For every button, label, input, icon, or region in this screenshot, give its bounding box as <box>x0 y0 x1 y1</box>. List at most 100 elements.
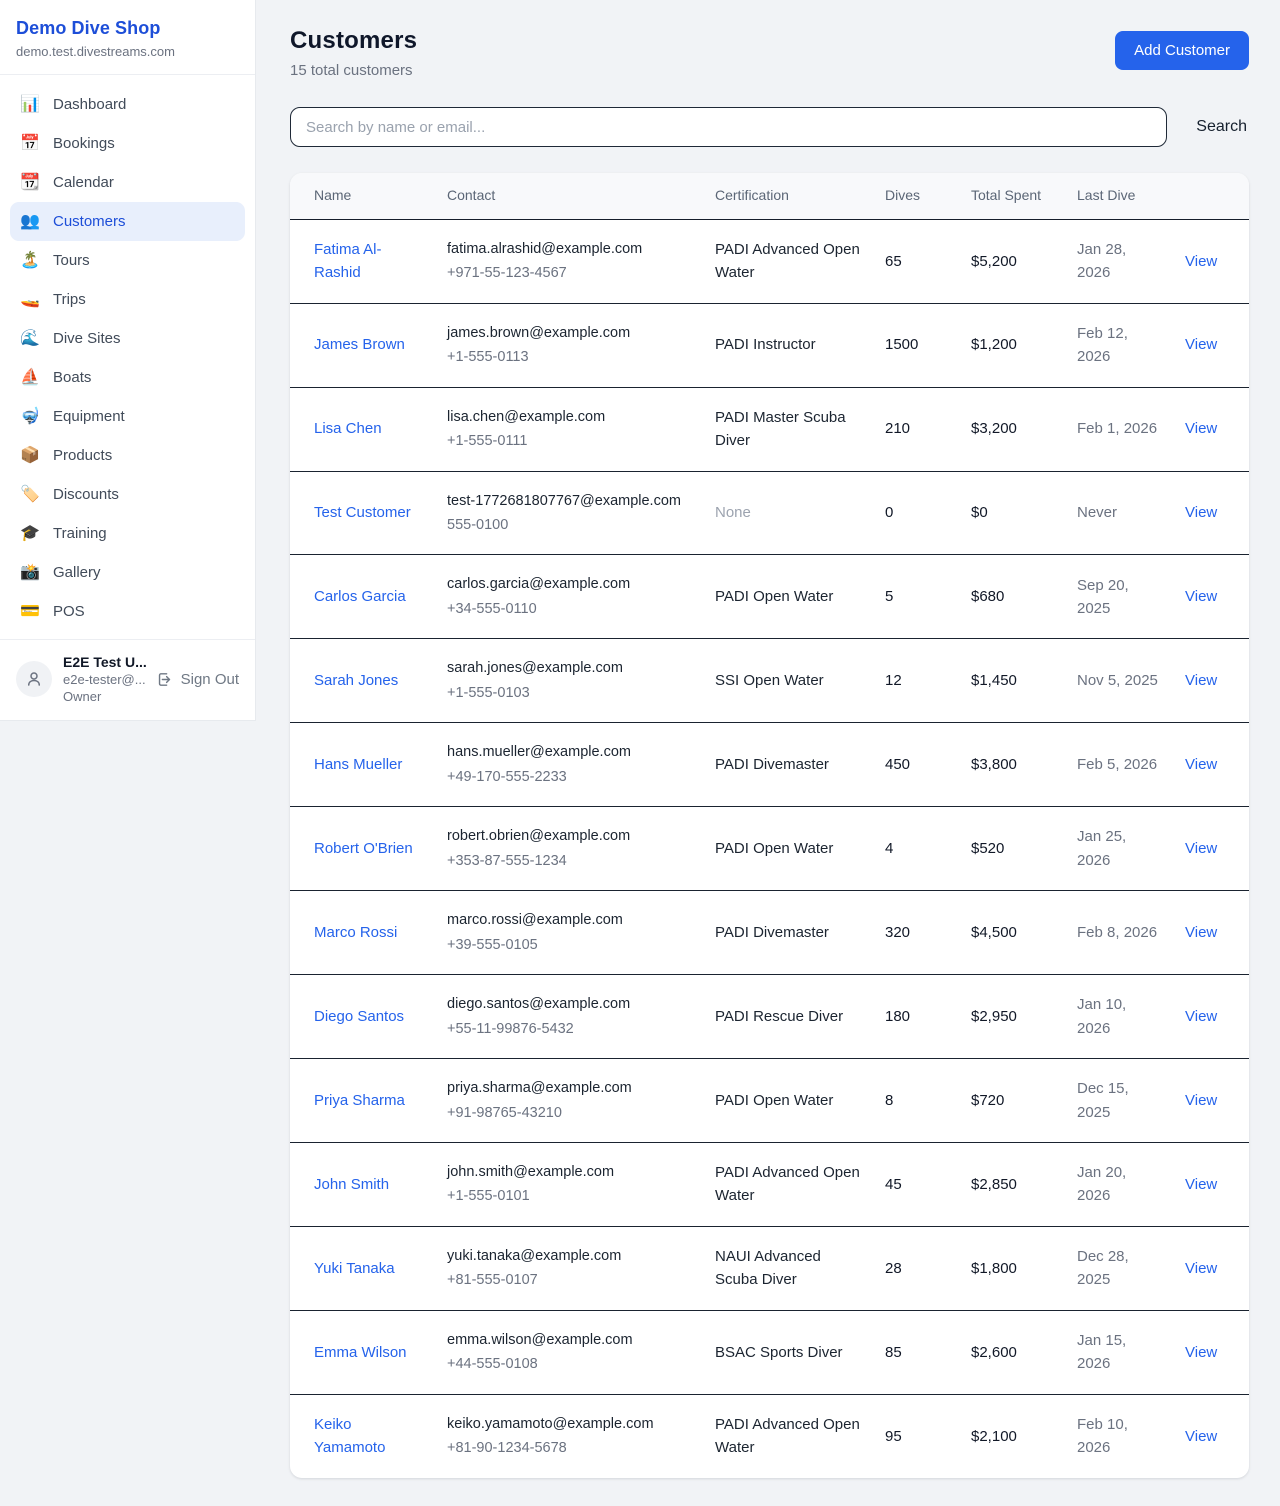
person-icon <box>25 670 43 688</box>
customer-total-spent: $5,200 <box>959 219 1065 303</box>
customer-dives: 8 <box>873 1059 959 1143</box>
customer-name-link[interactable]: Emma Wilson <box>314 1344 407 1361</box>
view-customer-link[interactable]: View <box>1185 1344 1217 1361</box>
search-button[interactable]: Search <box>1194 114 1249 140</box>
search-input[interactable] <box>290 107 1167 147</box>
brand-domain: demo.test.divestreams.com <box>16 44 239 59</box>
view-customer-link[interactable]: View <box>1185 504 1217 521</box>
sidebar-item-dashboard[interactable]: 📊 Dashboard <box>10 85 245 124</box>
customer-phone: +81-555-0107 <box>447 1269 691 1291</box>
sidebar-item-pos[interactable]: 💳 POS <box>10 592 245 631</box>
customer-phone: +49-170-555-2233 <box>447 766 691 788</box>
trips-icon: 🚤 <box>20 292 40 308</box>
customer-total-spent: $520 <box>959 807 1065 891</box>
customer-name-link[interactable]: Lisa Chen <box>314 420 382 437</box>
view-customer-link[interactable]: View <box>1185 588 1217 605</box>
column-header-dives: Dives <box>873 173 959 219</box>
sidebar-item-calendar[interactable]: 📆 Calendar <box>10 163 245 202</box>
customer-name-link[interactable]: Marco Rossi <box>314 924 397 941</box>
customer-email: sarah.jones@example.com <box>447 657 691 679</box>
sidebar-item-bookings[interactable]: 📅 Bookings <box>10 124 245 163</box>
customer-email: fatima.alrashid@example.com <box>447 238 691 260</box>
customer-certification: PADI Advanced Open Water <box>715 1416 860 1456</box>
customer-last-dive: Nov 5, 2025 <box>1065 639 1173 723</box>
view-customer-link[interactable]: View <box>1185 1428 1217 1445</box>
customer-name-link[interactable]: James Brown <box>314 336 405 353</box>
customer-name-link[interactable]: Hans Mueller <box>314 756 402 773</box>
view-customer-link[interactable]: View <box>1185 672 1217 689</box>
view-customer-link[interactable]: View <box>1185 1092 1217 1109</box>
sidebar-item-label: Trips <box>53 291 86 308</box>
table-row: Emma Wilson emma.wilson@example.com +44-… <box>290 1310 1249 1394</box>
discounts-icon: 🏷️ <box>20 487 40 503</box>
customer-total-spent: $3,800 <box>959 723 1065 807</box>
table-row: Test Customer test-1772681807767@example… <box>290 471 1249 555</box>
customer-name-link[interactable]: Diego Santos <box>314 1008 404 1025</box>
view-customer-link[interactable]: View <box>1185 420 1217 437</box>
sidebar-item-boats[interactable]: ⛵ Boats <box>10 358 245 397</box>
sidebar-item-label: Tours <box>53 252 90 269</box>
customer-certification: BSAC Sports Diver <box>715 1344 843 1361</box>
table-row: Keiko Yamamoto keiko.yamamoto@example.co… <box>290 1394 1249 1477</box>
customer-phone: +44-555-0108 <box>447 1353 691 1375</box>
view-customer-link[interactable]: View <box>1185 924 1217 941</box>
customer-certification: PADI Advanced Open Water <box>715 241 860 281</box>
table-row: Robert O'Brien robert.obrien@example.com… <box>290 807 1249 891</box>
sidebar-item-label: Training <box>53 525 107 542</box>
sidebar-item-training[interactable]: 🎓 Training <box>10 514 245 553</box>
view-customer-link[interactable]: View <box>1185 253 1217 270</box>
customer-name-link[interactable]: Robert O'Brien <box>314 840 413 857</box>
customer-dives: 210 <box>873 387 959 471</box>
column-header-last-dive: Last Dive <box>1065 173 1173 219</box>
sidebar-item-dive-sites[interactable]: 🌊 Dive Sites <box>10 319 245 358</box>
customer-phone: +34-555-0110 <box>447 598 691 620</box>
customer-dives: 65 <box>873 219 959 303</box>
pos-icon: 💳 <box>20 604 40 620</box>
customer-name-link[interactable]: Carlos Garcia <box>314 588 406 605</box>
sidebar: Demo Dive Shop demo.test.divestreams.com… <box>0 0 256 721</box>
sidebar-item-products[interactable]: 📦 Products <box>10 436 245 475</box>
customer-certification: PADI Divemaster <box>715 924 829 941</box>
customer-name-link[interactable]: Priya Sharma <box>314 1092 405 1109</box>
column-header-contact: Contact <box>435 173 703 219</box>
view-customer-link[interactable]: View <box>1185 336 1217 353</box>
brand-name: Demo Dive Shop <box>16 18 239 39</box>
customer-total-spent: $680 <box>959 555 1065 639</box>
sidebar-item-label: Boats <box>53 369 91 386</box>
customer-name-link[interactable]: John Smith <box>314 1176 389 1193</box>
avatar <box>16 661 52 697</box>
sidebar-item-trips[interactable]: 🚤 Trips <box>10 280 245 319</box>
customer-dives: 28 <box>873 1226 959 1310</box>
customer-email: priya.sharma@example.com <box>447 1077 691 1099</box>
customer-last-dive: Jan 25, 2026 <box>1065 807 1173 891</box>
view-customer-link[interactable]: View <box>1185 1260 1217 1277</box>
equipment-icon: 🤿 <box>20 409 40 425</box>
customer-email: emma.wilson@example.com <box>447 1329 691 1351</box>
customer-email: lisa.chen@example.com <box>447 406 691 428</box>
customer-dives: 45 <box>873 1143 959 1227</box>
sidebar-item-tours[interactable]: 🏝️ Tours <box>10 241 245 280</box>
customer-last-dive: Feb 12, 2026 <box>1065 303 1173 387</box>
customer-phone: +55-11-99876-5432 <box>447 1018 691 1040</box>
view-customer-link[interactable]: View <box>1185 840 1217 857</box>
sidebar-item-customers[interactable]: 👥 Customers <box>10 202 245 241</box>
customers-icon: 👥 <box>20 214 40 230</box>
customer-email: carlos.garcia@example.com <box>447 573 691 595</box>
sidebar-item-equipment[interactable]: 🤿 Equipment <box>10 397 245 436</box>
view-customer-link[interactable]: View <box>1185 1176 1217 1193</box>
sign-out-button[interactable]: Sign Out <box>154 671 241 688</box>
customer-phone: +1-555-0101 <box>447 1185 691 1207</box>
sidebar-item-gallery[interactable]: 📸 Gallery <box>10 553 245 592</box>
view-customer-link[interactable]: View <box>1185 1008 1217 1025</box>
sidebar-item-discounts[interactable]: 🏷️ Discounts <box>10 475 245 514</box>
table-row: Carlos Garcia carlos.garcia@example.com … <box>290 555 1249 639</box>
customer-name-link[interactable]: Fatima Al-Rashid <box>314 241 382 281</box>
customer-name-link[interactable]: Yuki Tanaka <box>314 1260 395 1277</box>
add-customer-button[interactable]: Add Customer <box>1115 31 1249 70</box>
customer-name-link[interactable]: Test Customer <box>314 504 411 521</box>
customer-total-spent: $1,800 <box>959 1226 1065 1310</box>
view-customer-link[interactable]: View <box>1185 756 1217 773</box>
customer-email: test-1772681807767@example.com <box>447 490 691 512</box>
customer-name-link[interactable]: Sarah Jones <box>314 672 398 689</box>
customer-name-link[interactable]: Keiko Yamamoto <box>314 1416 385 1456</box>
